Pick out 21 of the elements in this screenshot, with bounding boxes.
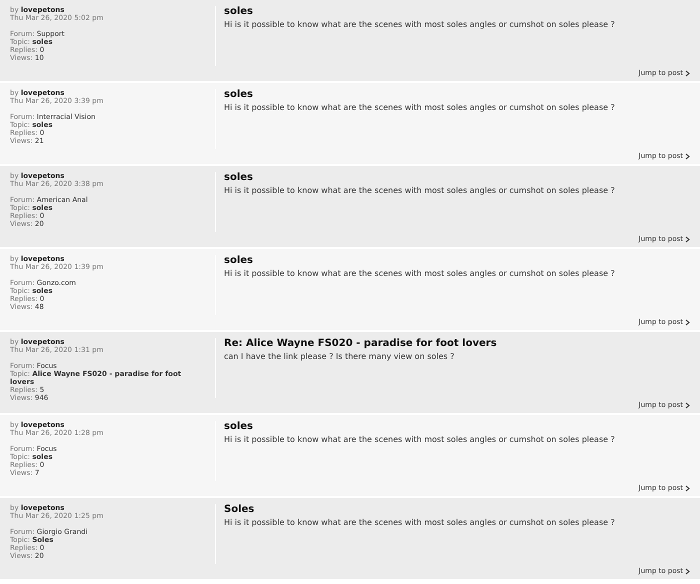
chevron-right-icon [685, 70, 690, 76]
post-title[interactable]: Re: Alice Wayne FS020 - paradise for foot lovers [224, 338, 690, 350]
post-text: Hi is it possible to know what are the scenes with most soles angles or cumshot on soles please ? [224, 269, 616, 279]
chevron-right-icon [685, 318, 690, 326]
post-text: Hi is it possible to know what are the scenes with most soles angles or cumshot on soles please ? [224, 518, 616, 528]
post-text: Hi is it possible to know what are the scenes with most soles angles or cumshot on soles please ? [224, 186, 616, 196]
post-title[interactable]: soles [224, 6, 690, 18]
post-text: Hi is it possible to know what are the scenes with most soles angles or cumshot on soles please ? [224, 20, 616, 30]
post-text: Hi is it possible to know what are the scenes with most soles angles or cumshot on soles please ? [224, 103, 616, 113]
post-title[interactable]: soles [224, 421, 690, 433]
post-title[interactable]: Soles [224, 504, 690, 516]
post-title[interactable]: soles [224, 255, 690, 267]
post-title[interactable]: soles [224, 172, 690, 184]
chevron-right-icon [685, 152, 690, 160]
chevron-right-icon [685, 236, 690, 242]
chevron-right-icon [685, 402, 690, 408]
chevron-right-icon [685, 484, 690, 492]
post-text: can I have the link please ? Is there many view on soles ? [224, 352, 456, 362]
post-text: Hi is it possible to know what are the scenes with most soles angles or cumshot on soles please ? [224, 435, 616, 445]
chevron-right-icon [685, 568, 690, 574]
post-title[interactable]: soles [224, 89, 690, 101]
